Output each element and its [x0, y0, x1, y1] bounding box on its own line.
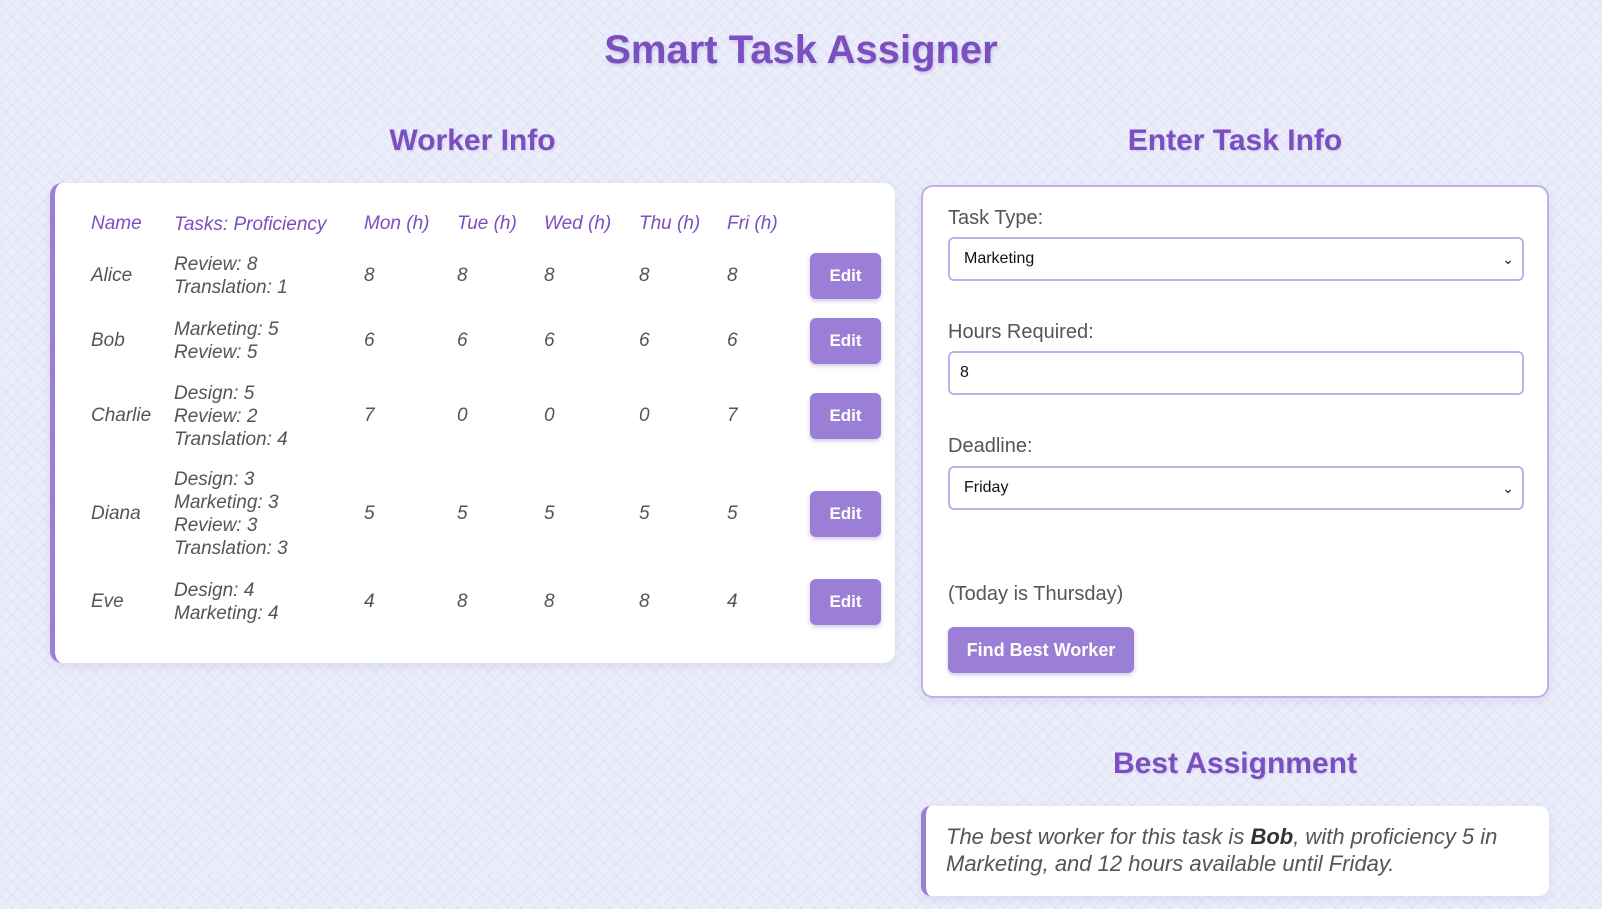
hours-required-value: 8 [960, 364, 969, 381]
worker-actions: Edit [793, 308, 891, 373]
task-proficiency: Translation: 4 [174, 428, 288, 450]
today-note: (Today is Thursday) [948, 583, 1124, 605]
worker-hours-fri: 7 [727, 405, 738, 426]
task-proficiency: Design: 5 [174, 382, 255, 404]
task-proficiency: Marketing: 5 [174, 318, 279, 340]
task-proficiency: Review: 8 [174, 253, 258, 275]
column-header-fri: Fri (h) [727, 213, 778, 234]
table-row: Eve Design: 4 Marketing: 4 4 8 8 8 4 Edit [81, 569, 891, 634]
hours-required-input[interactable]: 8 [948, 351, 1524, 395]
worker-actions: Edit [793, 569, 891, 634]
worker-table: Name Tasks: Proficiency Mon (h) Tue (h) … [81, 205, 891, 634]
worker-tasks: Marketing: 5 Review: 5 [164, 308, 354, 373]
worker-hours-wed: 6 [544, 329, 555, 351]
worker-hours-wed: 0 [544, 405, 555, 426]
worker-tasks: Review: 8 Translation: 1 [164, 243, 354, 308]
task-proficiency: Review: 5 [174, 341, 258, 363]
column-header-wed: Wed (h) [544, 213, 612, 234]
worker-hours-thu: 8 [639, 264, 650, 286]
table-row: Charlie Design: 5 Review: 2 Translation: 4 7… [81, 373, 891, 459]
task-info-heading: Enter Task Info [1127, 124, 1343, 157]
task-type-value: Marketing [964, 250, 1035, 267]
column-header-name: Name [91, 213, 142, 234]
worker-tasks: Design: 3 Marketing: 3 Review: 3 Translatio… [164, 459, 354, 569]
column-header-mon: Mon (h) [364, 213, 430, 234]
edit-button[interactable]: Edit [810, 491, 881, 537]
edit-button[interactable]: Edit [810, 393, 881, 439]
worker-hours-thu: 8 [639, 590, 650, 612]
worker-name: Bob [91, 329, 125, 351]
worker-hours-tue: 8 [457, 590, 468, 612]
worker-hours-thu: 6 [639, 329, 650, 351]
worker-hours-tue: 5 [457, 503, 468, 524]
worker-hours-fri: 5 [727, 503, 738, 524]
task-proficiency: Translation: 1 [174, 276, 288, 298]
best-assignment-card: The best worker for this task is Bob, wi… [921, 806, 1549, 896]
worker-actions: Edit [793, 373, 891, 459]
worker-name: Diana [91, 503, 141, 524]
table-row: Alice Review: 8 Translation: 1 8 8 8 8 8 Edit [81, 243, 891, 308]
worker-hours-fri: 6 [727, 329, 738, 351]
chevron-down-icon: ⌄ [1502, 251, 1514, 267]
worker-hours-wed: 8 [544, 264, 555, 286]
worker-hours-wed: 8 [544, 590, 555, 612]
worker-hours-mon: 5 [364, 503, 375, 524]
task-proficiency: Marketing: 4 [174, 602, 279, 624]
column-header-action [793, 205, 891, 243]
worker-actions: Edit [793, 243, 891, 308]
worker-hours-thu: 0 [639, 405, 650, 426]
deadline-value: Friday [964, 479, 1009, 496]
worker-hours-mon: 6 [364, 329, 375, 351]
task-proficiency: Design: 4 [174, 579, 255, 601]
worker-info-card: Name Tasks: Proficiency Mon (h) Tue (h) … [50, 183, 895, 663]
column-header-tasks: Tasks: Proficiency [174, 213, 327, 235]
page-title: Smart Task Assigner [604, 28, 998, 72]
find-best-worker-button[interactable]: Find Best Worker [948, 627, 1134, 673]
worker-hours-tue: 6 [457, 329, 468, 351]
result-worker-name: Bob [1250, 824, 1294, 849]
edit-button[interactable]: Edit [810, 252, 881, 299]
worker-hours-wed: 5 [544, 503, 555, 524]
worker-hours-mon: 8 [364, 264, 375, 286]
deadline-label: Deadline: [948, 435, 1033, 457]
hours-required-label: Hours Required: [948, 321, 1094, 343]
chevron-down-icon: ⌄ [1502, 480, 1514, 496]
task-type-label: Task Type: [948, 207, 1044, 229]
worker-hours-tue: 8 [457, 264, 468, 286]
worker-tasks: Design: 4 Marketing: 4 [164, 569, 354, 634]
best-assignment-heading: Best Assignment [1113, 747, 1357, 780]
worker-hours-thu: 5 [639, 503, 650, 524]
worker-hours-mon: 4 [364, 590, 375, 612]
task-proficiency: Design: 3 [174, 469, 255, 490]
task-proficiency: Review: 2 [174, 405, 258, 427]
task-info-card: Task Type: Marketing ⌄ Hours Required: 8… [921, 185, 1549, 698]
table-row: Bob Marketing: 5 Review: 5 6 6 6 6 6 Edit [81, 308, 891, 373]
worker-table-header: Name Tasks: Proficiency Mon (h) Tue (h) … [81, 205, 891, 243]
worker-hours-fri: 4 [727, 590, 738, 612]
worker-name: Charlie [91, 405, 152, 426]
table-row: Diana Design: 3 Marketing: 3 Review: 3 Trans… [81, 459, 891, 569]
edit-button[interactable]: Edit [810, 317, 881, 364]
edit-button[interactable]: Edit [810, 578, 881, 625]
deadline-select[interactable]: Friday ⌄ [948, 466, 1524, 510]
worker-name: Alice [91, 264, 133, 286]
task-proficiency: Translation: 3 [174, 538, 288, 559]
worker-name: Eve [91, 590, 124, 612]
column-header-thu: Thu (h) [639, 213, 701, 234]
worker-tasks: Design: 5 Review: 2 Translation: 4 [164, 373, 354, 459]
worker-hours-fri: 8 [727, 264, 738, 286]
task-type-select[interactable]: Marketing ⌄ [948, 237, 1524, 281]
task-proficiency: Review: 3 [174, 515, 258, 536]
task-proficiency: Marketing: 3 [174, 492, 279, 513]
worker-hours-tue: 0 [457, 405, 468, 426]
result-text-before: The best worker for this task is [946, 824, 1251, 849]
worker-info-heading: Worker Info [389, 124, 556, 157]
worker-actions: Edit [793, 459, 891, 569]
worker-hours-mon: 7 [364, 405, 375, 426]
column-header-tue: Tue (h) [457, 213, 517, 234]
